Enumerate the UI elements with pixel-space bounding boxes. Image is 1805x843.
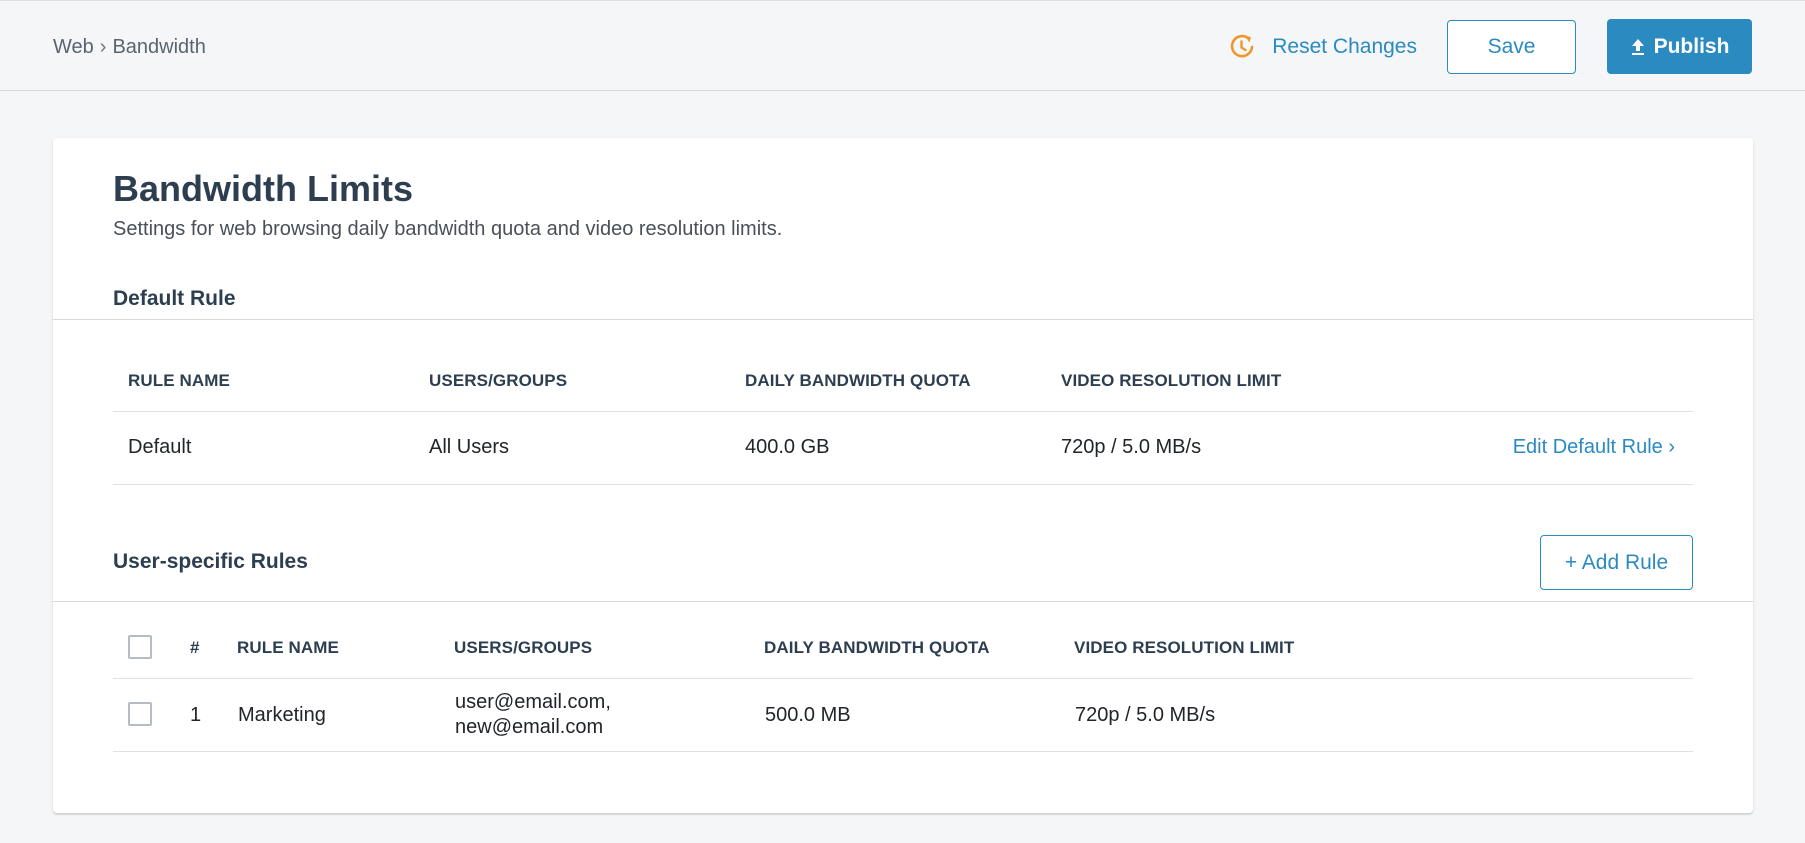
save-button[interactable]: Save	[1447, 19, 1576, 74]
upload-icon	[1631, 38, 1644, 55]
video-limit-cell: 720p / 5.0 MB/s	[1061, 436, 1202, 458]
table-divider	[113, 678, 1693, 679]
column-header-rule-name: RULE NAME	[237, 638, 339, 657]
history-clock-icon	[1230, 34, 1254, 57]
column-header-video-limit: VIDEO RESOLUTION LIMIT	[1074, 638, 1295, 657]
top-bar: Web › Bandwidth Reset Changes Save Publish	[0, 0, 1805, 91]
column-header-users-groups: USERS/GROUPS	[454, 638, 593, 657]
column-header-number: #	[190, 638, 200, 657]
video-limit-cell: 720p / 5.0 MB/s	[1075, 704, 1216, 726]
row-checkbox[interactable]	[128, 702, 152, 726]
divider	[53, 601, 1753, 602]
publish-button[interactable]: Publish	[1607, 19, 1752, 74]
header-actions: Reset Changes Save Publish	[1228, 19, 1752, 74]
column-header-rule-name: RULE NAME	[128, 371, 230, 390]
daily-quota-cell: 400.0 GB	[745, 436, 830, 458]
breadcrumb: Web › Bandwidth	[53, 36, 206, 59]
page-title: Bandwidth Limits	[113, 168, 413, 209]
user-specific-rules-heading: User-specific Rules	[113, 550, 308, 573]
daily-quota-cell: 500.0 MB	[765, 704, 851, 726]
default-rule-heading: Default Rule	[113, 287, 236, 310]
rule-number-cell: 1	[190, 704, 202, 726]
users-groups-cell: All Users	[429, 436, 510, 458]
page-subtitle: Settings for web browsing daily bandwidt…	[113, 218, 783, 240]
select-all-checkbox[interactable]	[128, 635, 152, 659]
publish-label: Publish	[1653, 34, 1730, 58]
bandwidth-limits-card: Bandwidth Limits Settings for web browsi…	[53, 138, 1753, 813]
reset-changes-button[interactable]: Reset Changes	[1228, 33, 1417, 61]
breadcrumb-separator: ›	[99, 36, 107, 58]
edit-default-rule-link[interactable]: Edit Default Rule ›	[1513, 436, 1675, 459]
reset-changes-label: Reset Changes	[1272, 34, 1417, 58]
add-rule-button[interactable]: + Add Rule	[1540, 535, 1693, 590]
column-header-video-limit: VIDEO RESOLUTION LIMIT	[1061, 371, 1282, 390]
users-groups-line: user@email.com,	[455, 691, 611, 713]
breadcrumb-bandwidth: Bandwidth	[112, 36, 206, 58]
users-groups-cell: user@email.com, new@email.com	[455, 690, 611, 740]
rule-name-cell: Default	[128, 436, 192, 458]
table-divider	[113, 411, 1693, 412]
table-divider	[113, 751, 1693, 752]
column-header-users-groups: USERS/GROUPS	[429, 371, 568, 390]
users-groups-line: new@email.com	[455, 716, 604, 738]
table-divider	[113, 484, 1693, 485]
column-header-daily-quota: DAILY BANDWIDTH QUOTA	[764, 638, 990, 657]
rule-name-cell: Marketing	[238, 704, 326, 726]
breadcrumb-web[interactable]: Web	[53, 36, 94, 58]
divider	[53, 319, 1753, 320]
column-header-daily-quota: DAILY BANDWIDTH QUOTA	[745, 371, 971, 390]
